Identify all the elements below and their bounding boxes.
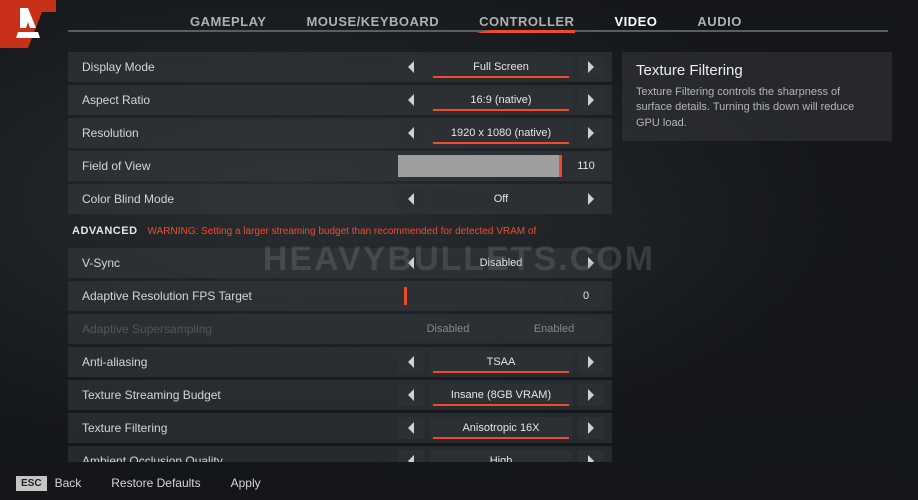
prev-arrow[interactable] (398, 417, 424, 439)
setting-label: Adaptive Resolution FPS Target (68, 289, 398, 303)
apply-button[interactable]: Apply (231, 476, 261, 490)
setting-label: Texture Streaming Budget (68, 388, 398, 402)
prev-arrow[interactable] (398, 188, 424, 210)
setting-texture-filtering[interactable]: Texture Filtering Anisotropic 16X (68, 413, 612, 443)
fov-slider[interactable] (398, 155, 562, 177)
setting-label: Ambient Occlusion Quality (68, 454, 398, 462)
setting-texture-budget[interactable]: Texture Streaming Budget Insane (8GB VRA… (68, 380, 612, 410)
setting-value[interactable]: TSAA (430, 351, 572, 373)
next-arrow[interactable] (578, 417, 604, 439)
setting-colorblind[interactable]: Color Blind Mode Off (68, 184, 612, 214)
setting-aspect-ratio[interactable]: Aspect Ratio 16:9 (native) (68, 85, 612, 115)
prev-arrow[interactable] (398, 56, 424, 78)
setting-value[interactable]: 1920 x 1080 (native) (430, 122, 572, 144)
active-tab-indicator (490, 30, 575, 33)
setting-value[interactable]: Anisotropic 16X (430, 417, 572, 439)
next-arrow[interactable] (578, 384, 604, 406)
next-arrow[interactable] (578, 188, 604, 210)
settings-list: Display Mode Full Screen Aspect Ratio 16… (68, 52, 612, 462)
setting-value[interactable]: Full Screen (430, 56, 572, 78)
prev-arrow[interactable] (398, 89, 424, 111)
section-label: ADVANCED (72, 225, 138, 237)
tab-controller[interactable]: CONTROLLER (459, 8, 594, 39)
setting-adaptive-fps[interactable]: Adaptive Resolution FPS Target 0 (68, 281, 612, 311)
prev-arrow[interactable] (398, 450, 424, 462)
setting-label: Adaptive Supersampling (68, 322, 398, 336)
info-title: Texture Filtering (636, 62, 878, 79)
setting-value[interactable]: Insane (8GB VRAM) (430, 384, 572, 406)
setting-label: Color Blind Mode (68, 192, 398, 206)
adaptive-fps-slider[interactable] (398, 285, 562, 307)
toggle-disabled: Disabled (398, 318, 498, 340)
toggle-enabled: Enabled (504, 318, 604, 340)
setting-label: Field of View (68, 159, 398, 173)
setting-label: Display Mode (68, 60, 398, 74)
next-arrow[interactable] (578, 351, 604, 373)
setting-fov[interactable]: Field of View 110 (68, 151, 612, 181)
info-panel: Texture Filtering Texture Filtering cont… (622, 52, 892, 141)
next-arrow[interactable] (578, 89, 604, 111)
setting-value[interactable]: 16:9 (native) (430, 89, 572, 111)
footer-bar: ESC Back Restore Defaults Apply (0, 466, 918, 500)
setting-value[interactable]: Off (430, 188, 572, 210)
back-button[interactable]: ESC Back (16, 476, 81, 491)
setting-vsync[interactable]: V-Sync Disabled (68, 248, 612, 278)
setting-antialiasing[interactable]: Anti-aliasing TSAA (68, 347, 612, 377)
setting-resolution[interactable]: Resolution 1920 x 1080 (native) (68, 118, 612, 148)
fov-value: 110 (568, 155, 604, 177)
prev-arrow[interactable] (398, 252, 424, 274)
esc-key-icon: ESC (16, 476, 47, 491)
tab-audio[interactable]: AUDIO (677, 8, 761, 39)
next-arrow[interactable] (578, 450, 604, 462)
setting-value[interactable]: High (430, 450, 572, 462)
prev-arrow[interactable] (398, 384, 424, 406)
setting-label: Aspect Ratio (68, 93, 398, 107)
next-arrow[interactable] (578, 252, 604, 274)
prev-arrow[interactable] (398, 122, 424, 144)
setting-adaptive-supersampling: Adaptive Supersampling Disabled Enabled (68, 314, 612, 344)
tab-video[interactable]: VIDEO (594, 8, 677, 39)
back-label: Back (55, 476, 82, 490)
setting-display-mode[interactable]: Display Mode Full Screen (68, 52, 612, 82)
setting-label: Anti-aliasing (68, 355, 398, 369)
section-warning: WARNING: Setting a larger streaming budg… (148, 226, 537, 237)
setting-ambient-occlusion[interactable]: Ambient Occlusion Quality High (68, 446, 612, 462)
next-arrow[interactable] (578, 56, 604, 78)
info-description: Texture Filtering controls the sharpness… (636, 85, 878, 131)
prev-arrow[interactable] (398, 351, 424, 373)
section-advanced: ADVANCED WARNING: Setting a larger strea… (68, 217, 612, 245)
setting-label: Texture Filtering (68, 421, 398, 435)
setting-value[interactable]: Disabled (430, 252, 572, 274)
setting-label: V-Sync (68, 256, 398, 270)
next-arrow[interactable] (578, 122, 604, 144)
setting-label: Resolution (68, 126, 398, 140)
tab-gameplay[interactable]: GAMEPLAY (170, 8, 286, 39)
adaptive-fps-value: 0 (568, 285, 604, 307)
restore-defaults-button[interactable]: Restore Defaults (111, 476, 200, 490)
tab-mouse-keyboard[interactable]: MOUSE/KEYBOARD (286, 8, 459, 39)
tabs-bar: GAMEPLAY MOUSE/KEYBOARD CONTROLLER VIDEO… (170, 8, 762, 39)
apex-logo (0, 0, 56, 56)
